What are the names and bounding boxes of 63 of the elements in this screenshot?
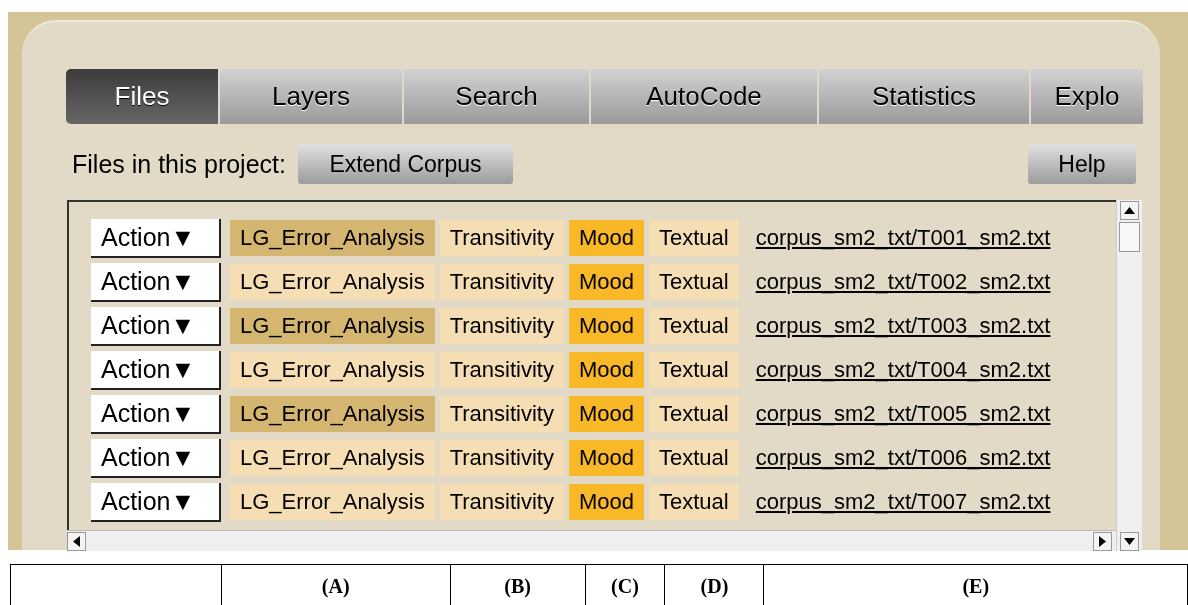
column-label: (C) [611,575,639,598]
extend-corpus-button[interactable]: Extend Corpus [297,144,513,184]
layer-tag[interactable]: Textual [649,484,739,520]
layer-tag[interactable]: Transitivity [439,352,564,388]
scroll-down-icon[interactable] [1120,532,1139,551]
layer-tag[interactable]: LG_Error_Analysis [230,440,435,476]
column-label: (E) [962,575,990,598]
action-dropdown[interactable]: Action▼ [91,350,221,390]
layer-tag[interactable]: Mood [568,440,644,476]
layer-tag[interactable]: LG_Error_Analysis [230,220,435,256]
layer-tag[interactable]: Mood [568,220,644,256]
scroll-left-icon[interactable] [67,531,86,551]
action-dropdown[interactable]: Action▼ [91,394,221,434]
file-link[interactable]: corpus_sm2_txt/T005_sm2.txt [755,401,1051,427]
layer-tag[interactable]: Transitivity [439,440,564,476]
layer-tag[interactable]: Textual [649,264,739,300]
layer-tag[interactable]: Mood [568,484,644,520]
layer-tag[interactable]: LG_Error_Analysis [230,352,435,388]
file-link[interactable]: corpus_sm2_txt/T003_sm2.txt [755,313,1051,339]
file-link[interactable]: corpus_sm2_txt/T002_sm2.txt [755,269,1051,295]
action-dropdown[interactable]: Action▼ [91,438,221,478]
layer-tag[interactable]: LG_Error_Analysis [230,396,435,432]
file-link[interactable]: corpus_sm2_txt/T001_sm2.txt [755,225,1051,251]
layer-tag[interactable]: Mood [568,396,644,432]
layer-tag[interactable]: Transitivity [439,484,564,520]
action-dropdown[interactable]: Action▼ [91,482,221,522]
layer-tag[interactable]: Mood [568,308,644,344]
layer-tag[interactable]: LG_Error_Analysis [230,484,435,520]
file-link[interactable]: corpus_sm2_txt/T007_sm2.txt [755,489,1051,515]
tab[interactable]: Layers [220,69,402,124]
layer-tag[interactable]: LG_Error_Analysis [230,308,435,344]
action-dropdown[interactable]: Action▼ [91,306,221,346]
layer-tag[interactable]: Textual [649,220,739,256]
layer-tag[interactable]: Textual [649,396,739,432]
layer-tag[interactable]: Mood [568,352,644,388]
scroll-up-icon[interactable] [1120,201,1139,220]
action-dropdown[interactable]: Action▼ [91,218,221,258]
layer-tag[interactable]: Transitivity [439,264,564,300]
layer-tag[interactable]: Textual [649,308,739,344]
scroll-thumb[interactable] [1119,222,1140,252]
layer-tag[interactable]: Textual [649,352,739,388]
file-link[interactable]: corpus_sm2_txt/T006_sm2.txt [755,445,1051,471]
layer-tag[interactable]: Transitivity [439,220,564,256]
tab[interactable]: Statistics [819,69,1029,124]
column-label: (A) [321,575,350,598]
column-label: (D) [700,575,729,598]
layer-tag[interactable]: Transitivity [439,396,564,432]
layer-tag[interactable]: Textual [649,440,739,476]
horizontal-scrollbar[interactable] [67,530,1116,551]
tab[interactable]: AutoCode [591,69,817,124]
scroll-right-icon[interactable] [1093,531,1112,551]
layer-tag[interactable]: Transitivity [439,308,564,344]
vertical-scrollbar[interactable] [1116,200,1142,551]
tab[interactable]: Search [404,69,589,124]
action-dropdown[interactable]: Action▼ [91,262,221,302]
column-label: (B) [504,575,531,598]
layer-tag[interactable]: Mood [568,264,644,300]
tab[interactable]: Files [66,69,218,124]
help-button[interactable]: Help [1028,144,1136,184]
tab[interactable]: Explo [1031,69,1143,124]
section-label: Files in this project: [72,149,286,179]
file-link[interactable]: corpus_sm2_txt/T004_sm2.txt [755,357,1051,383]
layer-tag[interactable]: LG_Error_Analysis [230,264,435,300]
